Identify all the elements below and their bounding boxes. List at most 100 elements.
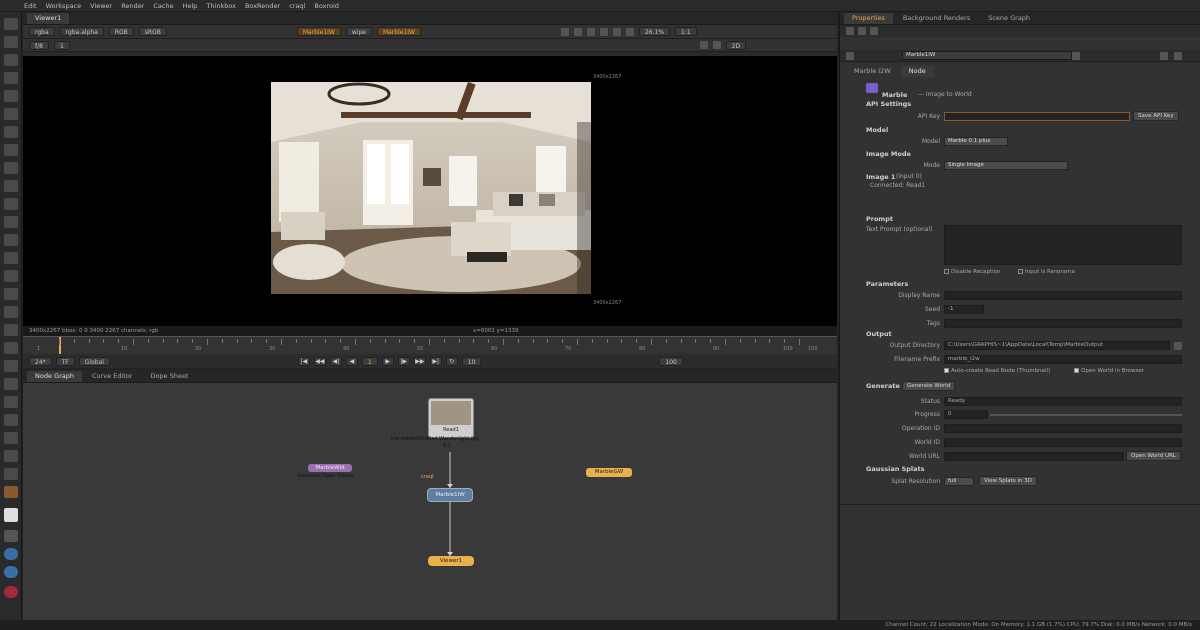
- 3d-tool-icon[interactable]: [4, 180, 18, 192]
- left-marble-node[interactable]: MarbleWld: [308, 464, 352, 472]
- display-select[interactable]: sRGB: [138, 27, 167, 36]
- furnace-tool-icon[interactable]: [4, 306, 18, 318]
- play-button[interactable]: ▶: [381, 356, 394, 366]
- plugin-white-icon[interactable]: [4, 508, 18, 522]
- plugin-d-icon[interactable]: [4, 450, 18, 462]
- plugin-a-icon[interactable]: [4, 396, 18, 408]
- menu-cache[interactable]: Cache: [153, 2, 173, 10]
- progress-bar[interactable]: [990, 414, 1182, 416]
- splat-resolution-select[interactable]: full: [944, 477, 974, 486]
- step-back-button[interactable]: ◀|: [329, 356, 342, 366]
- menu-help[interactable]: Help: [183, 2, 198, 10]
- tab-node-graph[interactable]: Node Graph: [27, 371, 82, 382]
- particles-tool-icon[interactable]: [4, 234, 18, 246]
- menu-thinkbox[interactable]: Thinkbox: [206, 2, 236, 10]
- prev-key-button[interactable]: ◀◀: [313, 356, 326, 366]
- plugin-blue-icon[interactable]: [4, 548, 18, 560]
- disable-recaption-check[interactable]: Disable Recaption: [944, 269, 1001, 275]
- auto-read-check[interactable]: Auto-create Read Node (Thumbnail): [944, 368, 1050, 374]
- alpha-select[interactable]: rgba.alpha: [59, 27, 104, 36]
- clip-icon[interactable]: [612, 27, 621, 36]
- node-graph-canvas[interactable]: Read1 the hotels/Untitled-Wanderlight.jp…: [23, 384, 837, 620]
- filter-tool-icon[interactable]: [4, 108, 18, 120]
- view-mode-select[interactable]: 2D: [725, 40, 747, 50]
- tab-dope-sheet[interactable]: Dope Sheet: [142, 371, 196, 382]
- toolsets-tool-icon[interactable]: [4, 270, 18, 282]
- tags-input[interactable]: [944, 319, 1182, 328]
- max-panel-icon[interactable]: [858, 27, 866, 35]
- menu-render[interactable]: Render: [121, 2, 144, 10]
- open-browser-check[interactable]: Open World in Browser: [1074, 368, 1144, 374]
- play-back-button[interactable]: ◀: [345, 356, 358, 366]
- filename-prefix-input[interactable]: marble_i2w: [944, 355, 1182, 364]
- tf-select[interactable]: TF: [55, 356, 75, 366]
- channel-tool-icon[interactable]: [4, 72, 18, 84]
- next-key-button[interactable]: ▶▶: [413, 356, 426, 366]
- input-b-select[interactable]: Marble1IW: [376, 27, 421, 36]
- plugin-blue2-icon[interactable]: [4, 566, 18, 578]
- marble-node[interactable]: Marble1IW: [427, 488, 473, 502]
- timeline[interactable]: 1 10 20 30 40 50 60 70 80 90 100 100: [23, 336, 837, 354]
- output-dir-input[interactable]: C:\Users\GRAPHIS~1\AppData\Local\Temp\Ma…: [944, 341, 1170, 350]
- gain-icon[interactable]: [560, 27, 569, 36]
- node-name-field[interactable]: Marble1IW: [902, 51, 1072, 60]
- tab-scene-graph[interactable]: Scene Graph: [980, 13, 1038, 24]
- first-frame-button[interactable]: |◀: [297, 356, 310, 366]
- frame-increment[interactable]: f/8: [29, 40, 49, 50]
- close-node-icon[interactable]: [1174, 52, 1182, 60]
- lock-panel-icon[interactable]: [846, 27, 854, 35]
- last-frame-button[interactable]: ▶|: [429, 356, 442, 366]
- plugin-b-icon[interactable]: [4, 414, 18, 426]
- tab-viewer1[interactable]: Viewer1: [27, 13, 70, 24]
- save-api-key-button[interactable]: Save API Key: [1133, 111, 1179, 121]
- menu-workspace[interactable]: Workspace: [46, 2, 82, 10]
- zoom-select[interactable]: 26.1%: [638, 27, 671, 36]
- step-forward-button[interactable]: |▶: [397, 356, 410, 366]
- generate-world-button[interactable]: Generate World: [902, 381, 956, 391]
- image-tool-icon[interactable]: [4, 18, 18, 30]
- open-world-url-button[interactable]: Open World URL: [1126, 451, 1181, 461]
- lock-icon[interactable]: [625, 27, 634, 36]
- menu-boxroid[interactable]: Boxroid: [314, 2, 339, 10]
- tab-background-renders[interactable]: Background Renders: [895, 13, 978, 24]
- mask-icon[interactable]: [712, 41, 721, 49]
- frame-field[interactable]: 1: [53, 40, 70, 50]
- step-field[interactable]: 10: [461, 356, 482, 366]
- help-icon[interactable]: [1072, 52, 1080, 60]
- channels-select[interactable]: rgba: [29, 27, 55, 36]
- model-select[interactable]: Marble 0.1 plus: [944, 137, 1008, 146]
- api-key-input[interactable]: [944, 112, 1130, 121]
- deep-tool-icon[interactable]: [4, 252, 18, 264]
- wipe-select[interactable]: wipe: [345, 27, 372, 36]
- menu-craql[interactable]: craql: [289, 2, 305, 10]
- plugin-red-icon[interactable]: [4, 586, 18, 598]
- ratio-select[interactable]: 1:1: [675, 27, 697, 36]
- right-marble-node[interactable]: MarbleGW: [586, 468, 632, 477]
- menu-edit[interactable]: Edit: [24, 2, 37, 10]
- text-prompt-textarea[interactable]: [944, 225, 1182, 265]
- overlay-icon[interactable]: [699, 41, 708, 49]
- subtab-marble-i2w[interactable]: Marble I2W: [846, 66, 899, 77]
- views-tool-icon[interactable]: [4, 198, 18, 210]
- seed-input[interactable]: -1: [944, 305, 984, 314]
- cara-tool-icon[interactable]: [4, 360, 18, 372]
- transform-tool-icon[interactable]: [4, 162, 18, 174]
- fps-field[interactable]: 24*: [29, 356, 52, 366]
- mode-select[interactable]: Single Image: [944, 161, 1068, 170]
- scope-select[interactable]: Global: [78, 356, 110, 366]
- current-frame-field[interactable]: 1: [361, 356, 378, 366]
- collapse-icon[interactable]: [846, 52, 854, 60]
- metadata-tool-icon[interactable]: [4, 216, 18, 228]
- loop-button[interactable]: ↻: [445, 356, 458, 366]
- float-icon[interactable]: [1160, 52, 1168, 60]
- ofx-tool-icon[interactable]: [4, 324, 18, 336]
- colorspace-select[interactable]: RGB: [108, 27, 134, 36]
- menu-boxrender[interactable]: BoxRender: [245, 2, 280, 10]
- color-tool-icon[interactable]: [4, 90, 18, 102]
- plugin-orange-icon[interactable]: [4, 486, 18, 498]
- input-a-select[interactable]: Marble1IW: [296, 27, 341, 36]
- tab-curve-editor[interactable]: Curve Editor: [84, 371, 140, 382]
- display-name-input[interactable]: [944, 291, 1182, 300]
- roi-icon[interactable]: [599, 27, 608, 36]
- time-tool-icon[interactable]: [4, 54, 18, 66]
